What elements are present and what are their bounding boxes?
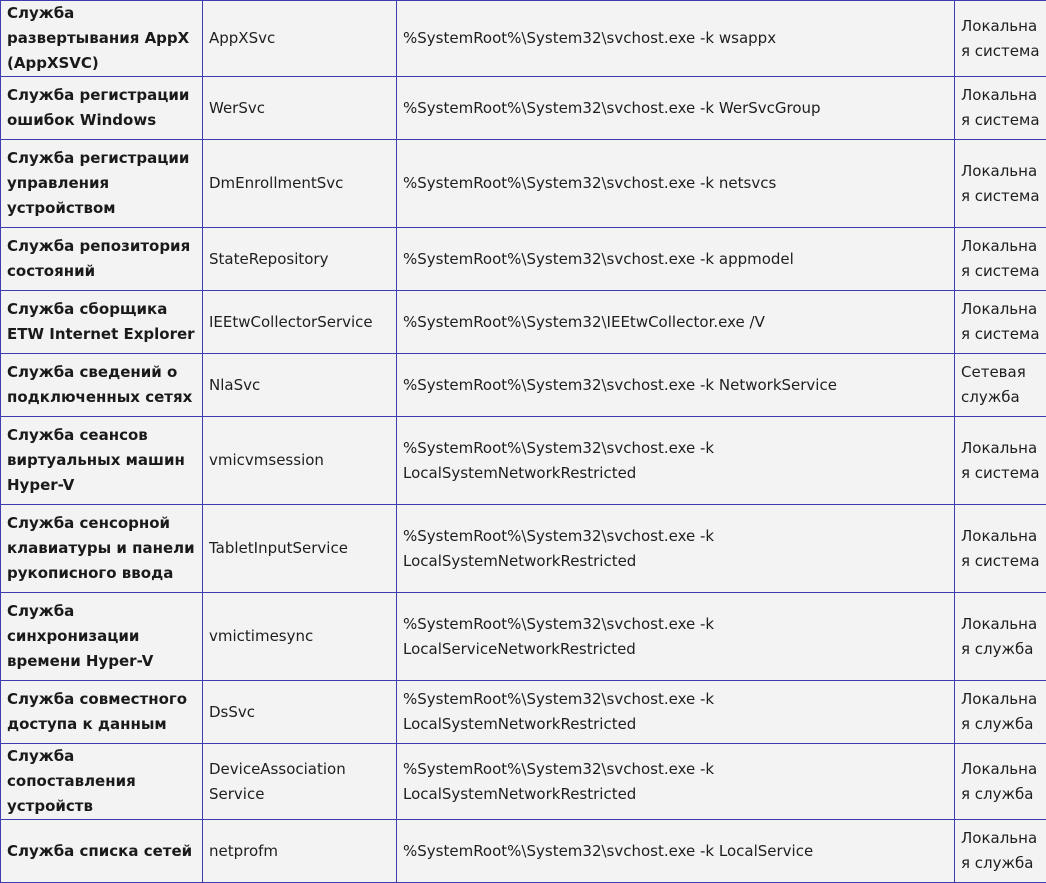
service-short-name: WerSvc (203, 77, 397, 140)
service-executable-path: %SystemRoot%\System32\svchost.exe -k Wer… (397, 77, 955, 140)
table-row: Служба списка сетей netprofm %SystemRoot… (1, 820, 1046, 883)
service-display-name: Служба сопоставления устройств (1, 744, 203, 820)
table-row: Служба совместного доступа к данным DsSv… (1, 681, 1046, 744)
service-short-name: netprofm (203, 820, 397, 883)
service-display-name: Служба репозитория состояний (1, 228, 203, 291)
table-row: Служба синхронизации времени Hyper-V vmi… (1, 593, 1046, 681)
service-display-name: Служба сведений о подключенных сетях (1, 354, 203, 417)
service-display-name: Служба совместного доступа к данным (1, 681, 203, 744)
service-short-name: DeviceAssociation Service (203, 744, 397, 820)
services-table: Служба развертывания AppX (AppXSVC) AppX… (0, 0, 1046, 883)
service-logon-account: Сетевая служба (955, 354, 1046, 417)
service-short-name: StateRepository (203, 228, 397, 291)
service-logon-account: Локальная система (955, 417, 1046, 505)
service-display-name: Служба регистрации управления устройство… (1, 140, 203, 228)
service-logon-account: Локальная система (955, 77, 1046, 140)
service-executable-path: %SystemRoot%\System32\svchost.exe -k Loc… (397, 744, 955, 820)
service-executable-path: %SystemRoot%\System32\svchost.exe -k wsa… (397, 1, 955, 77)
service-logon-account: Локальная служба (955, 744, 1046, 820)
service-short-name: DsSvc (203, 681, 397, 744)
table-row: Служба сведений о подключенных сетях Nla… (1, 354, 1046, 417)
table-row: Служба регистрации управления устройство… (1, 140, 1046, 228)
service-display-name: Служба списка сетей (1, 820, 203, 883)
service-short-name: vmicvmsession (203, 417, 397, 505)
service-logon-account: Локальная система (955, 291, 1046, 354)
service-short-name: IEEtwCollectorService (203, 291, 397, 354)
table-row: Служба репозитория состояний StateReposi… (1, 228, 1046, 291)
service-executable-path: %SystemRoot%\System32\svchost.exe -k Loc… (397, 417, 955, 505)
service-executable-path: %SystemRoot%\System32\svchost.exe -k Loc… (397, 593, 955, 681)
service-executable-path: %SystemRoot%\System32\svchost.exe -k Loc… (397, 505, 955, 593)
service-executable-path: %SystemRoot%\System32\svchost.exe -k Net… (397, 354, 955, 417)
service-executable-path: %SystemRoot%\System32\svchost.exe -k net… (397, 140, 955, 228)
table-row: Служба сенсорной клавиатуры и панели рук… (1, 505, 1046, 593)
table-row: Служба сеансов виртуальных машин Hyper-V… (1, 417, 1046, 505)
table-row: Служба регистрации ошибок Windows WerSvc… (1, 77, 1046, 140)
service-short-name: NlaSvc (203, 354, 397, 417)
table-row: Служба развертывания AppX (AppXSVC) AppX… (1, 1, 1046, 77)
service-logon-account: Локальная служба (955, 820, 1046, 883)
service-logon-account: Локальная служба (955, 593, 1046, 681)
service-short-name: vmictimesync (203, 593, 397, 681)
service-display-name: Служба регистрации ошибок Windows (1, 77, 203, 140)
table-row: Служба сборщика ETW Internet Explorer IE… (1, 291, 1046, 354)
services-table-body: Служба развертывания AppX (AppXSVC) AppX… (1, 1, 1046, 883)
service-logon-account: Локальная служба (955, 681, 1046, 744)
table-row: Служба сопоставления устройств DeviceAss… (1, 744, 1046, 820)
service-display-name: Служба сборщика ETW Internet Explorer (1, 291, 203, 354)
service-executable-path: %SystemRoot%\System32\IEEtwCollector.exe… (397, 291, 955, 354)
service-logon-account: Локальная система (955, 1, 1046, 77)
service-executable-path: %SystemRoot%\System32\svchost.exe -k app… (397, 228, 955, 291)
service-display-name: Служба сеансов виртуальных машин Hyper-V (1, 417, 203, 505)
service-display-name: Служба развертывания AppX (AppXSVC) (1, 1, 203, 77)
service-executable-path: %SystemRoot%\System32\svchost.exe -k Loc… (397, 681, 955, 744)
service-logon-account: Локальная система (955, 140, 1046, 228)
service-display-name: Служба сенсорной клавиатуры и панели рук… (1, 505, 203, 593)
service-display-name: Служба синхронизации времени Hyper-V (1, 593, 203, 681)
service-short-name: TabletInputService (203, 505, 397, 593)
service-executable-path: %SystemRoot%\System32\svchost.exe -k Loc… (397, 820, 955, 883)
service-logon-account: Локальная система (955, 228, 1046, 291)
service-short-name: DmEnrollmentSvc (203, 140, 397, 228)
service-logon-account: Локальная система (955, 505, 1046, 593)
service-short-name: AppXSvc (203, 1, 397, 77)
